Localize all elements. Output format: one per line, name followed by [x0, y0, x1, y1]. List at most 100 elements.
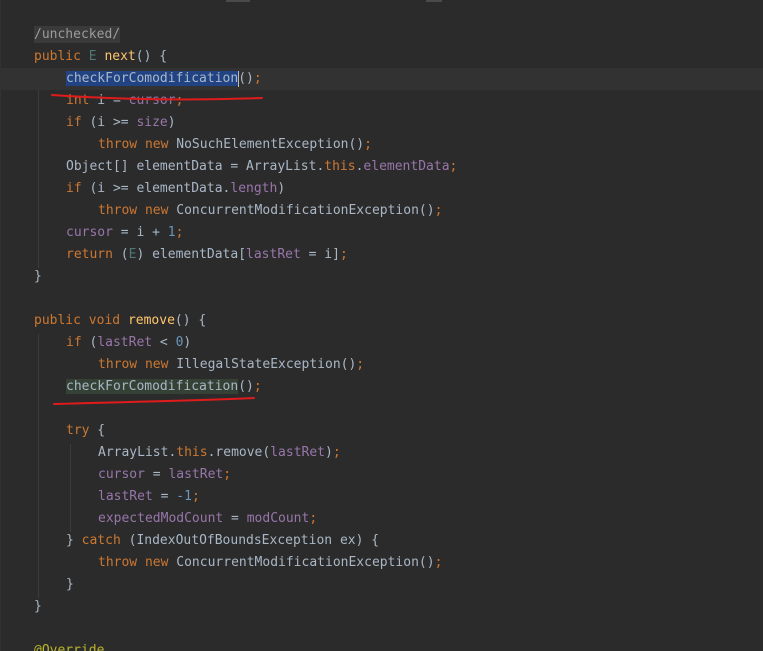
number-literal: -1 [176, 489, 192, 504]
semicolon: ; [191, 489, 200, 504]
code-text: = i] [300, 247, 340, 262]
code-line[interactable]: /unchecked/ [0, 24, 763, 46]
semicolon: ; [434, 555, 443, 570]
keyword: if [66, 335, 82, 350]
code-text: ArrayList. [98, 445, 177, 460]
code-line[interactable]: if (lastRet < 0) [0, 332, 763, 354]
tab-marker [226, 0, 250, 2]
code-text: (i >= elementData. [81, 181, 231, 196]
code-text: IllegalStateException() [176, 357, 357, 372]
code-text: = [152, 489, 177, 504]
tab-marker [426, 0, 442, 2]
keyword: if [66, 115, 82, 130]
semicolon: ; [449, 159, 458, 174]
code-text: ) [183, 335, 192, 350]
code-line[interactable]: int i = cursor; [0, 90, 763, 112]
highlighted-method-call[interactable]: checkForComodification [66, 379, 239, 394]
code-text: ) elementData[ [136, 247, 247, 262]
annotation: @Override [34, 643, 105, 651]
field[interactable]: lastRet [168, 467, 223, 482]
code-line[interactable]: checkForComodification(); [0, 376, 763, 398]
code-editor[interactable]: /unchecked/ public E next() { checkForCo… [0, 0, 763, 651]
keyword: int [66, 93, 90, 108]
code-text: () { [174, 313, 207, 328]
keyword: this [324, 159, 356, 174]
semicolon: ; [253, 379, 262, 394]
semicolon: ; [356, 357, 365, 372]
code-text: < [152, 335, 176, 350]
code-text: () [238, 71, 254, 86]
code-line[interactable]: } [0, 596, 763, 618]
code-line[interactable]: lastRet = -1; [0, 486, 763, 508]
type-parameter: E [88, 49, 97, 64]
folded-comment[interactable]: /unchecked/ [34, 26, 121, 43]
closing-brace: } [34, 599, 42, 614]
field[interactable]: lastRet [246, 247, 301, 262]
semicolon: ; [339, 247, 348, 262]
code-text: Object[] elementData = ArrayList. [66, 159, 325, 174]
method-name[interactable]: remove [128, 313, 175, 328]
code-text: ConcurrentModificationException() [176, 555, 435, 570]
field[interactable]: cursor [66, 225, 113, 240]
field[interactable]: length [230, 181, 277, 196]
code-line[interactable]: throw new ConcurrentModificationExceptio… [0, 552, 763, 574]
red-underline [53, 397, 255, 405]
code-line[interactable]: public void remove() { [0, 310, 763, 332]
code-line[interactable]: expectedModCount = modCount; [0, 508, 763, 530]
code-text: } [66, 533, 82, 548]
code-line[interactable]: } [0, 574, 763, 596]
field[interactable]: modCount [247, 511, 310, 526]
field[interactable]: cursor [129, 93, 176, 108]
code-line[interactable]: return (E) elementData[lastRet = i]; [0, 244, 763, 266]
code-text: (IndexOutOfBoundsException ex) { [120, 533, 380, 548]
closing-brace: } [66, 577, 74, 592]
field[interactable]: elementData [363, 159, 449, 174]
code-line[interactable]: } catch (IndexOutOfBoundsException ex) { [0, 530, 763, 552]
keyword: try [66, 423, 90, 438]
code-line[interactable]: Object[] elementData = ArrayList.this.el… [0, 156, 763, 178]
code-line[interactable]: if (i >= elementData.length) [0, 178, 763, 200]
field[interactable]: lastRet [98, 489, 153, 504]
code-text: ) [277, 181, 286, 196]
code-line[interactable]: } [0, 266, 763, 288]
semicolon: ; [175, 225, 184, 240]
method-name[interactable]: next [104, 49, 135, 64]
code-line[interactable]: throw new NoSuchElementException(); [0, 134, 763, 156]
semicolon: ; [309, 511, 318, 526]
field[interactable]: expectedModCount [98, 511, 223, 526]
semicolon: ; [332, 445, 341, 460]
keyword: throw [98, 203, 138, 218]
code-line[interactable]: cursor = i + 1; [0, 222, 763, 244]
code-line[interactable]: if (i >= size) [0, 112, 763, 134]
code-text: () { [135, 49, 168, 64]
code-text: () [238, 379, 254, 394]
keyword: this [176, 445, 208, 460]
selected-method-call[interactable]: checkForComodification [66, 71, 239, 86]
code-text: .remove( [207, 445, 271, 460]
code-text: ) [325, 445, 333, 460]
code-line[interactable]: throw new IllegalStateException(); [0, 354, 763, 376]
semicolon: ; [434, 203, 443, 218]
keyword: new [144, 203, 169, 218]
code-line[interactable]: ArrayList.this.remove(lastRet); [0, 442, 763, 464]
code-line-current[interactable]: checkForComodification(); [0, 68, 763, 90]
code-text: (i >= [81, 115, 137, 130]
keyword: throw [98, 357, 138, 372]
field[interactable]: lastRet [270, 445, 325, 460]
code-text: ( [112, 247, 129, 262]
code-line[interactable]: cursor = lastRet; [0, 464, 763, 486]
semicolon: ; [175, 93, 184, 108]
field[interactable]: size [136, 115, 167, 130]
code-line[interactable]: try { [0, 420, 763, 442]
keyword: public [34, 49, 81, 64]
semicolon: ; [364, 137, 372, 152]
code-line[interactable]: @Override [0, 640, 763, 651]
field[interactable]: lastRet [97, 335, 152, 350]
code-text: = [223, 511, 247, 526]
field[interactable]: cursor [98, 467, 145, 482]
code-line[interactable]: public E next() { [0, 46, 763, 68]
code-text: ) [167, 115, 176, 130]
code-text: ConcurrentModificationException() [176, 203, 435, 218]
code-line[interactable]: throw new ConcurrentModificationExceptio… [0, 200, 763, 222]
keyword: throw [98, 555, 138, 570]
